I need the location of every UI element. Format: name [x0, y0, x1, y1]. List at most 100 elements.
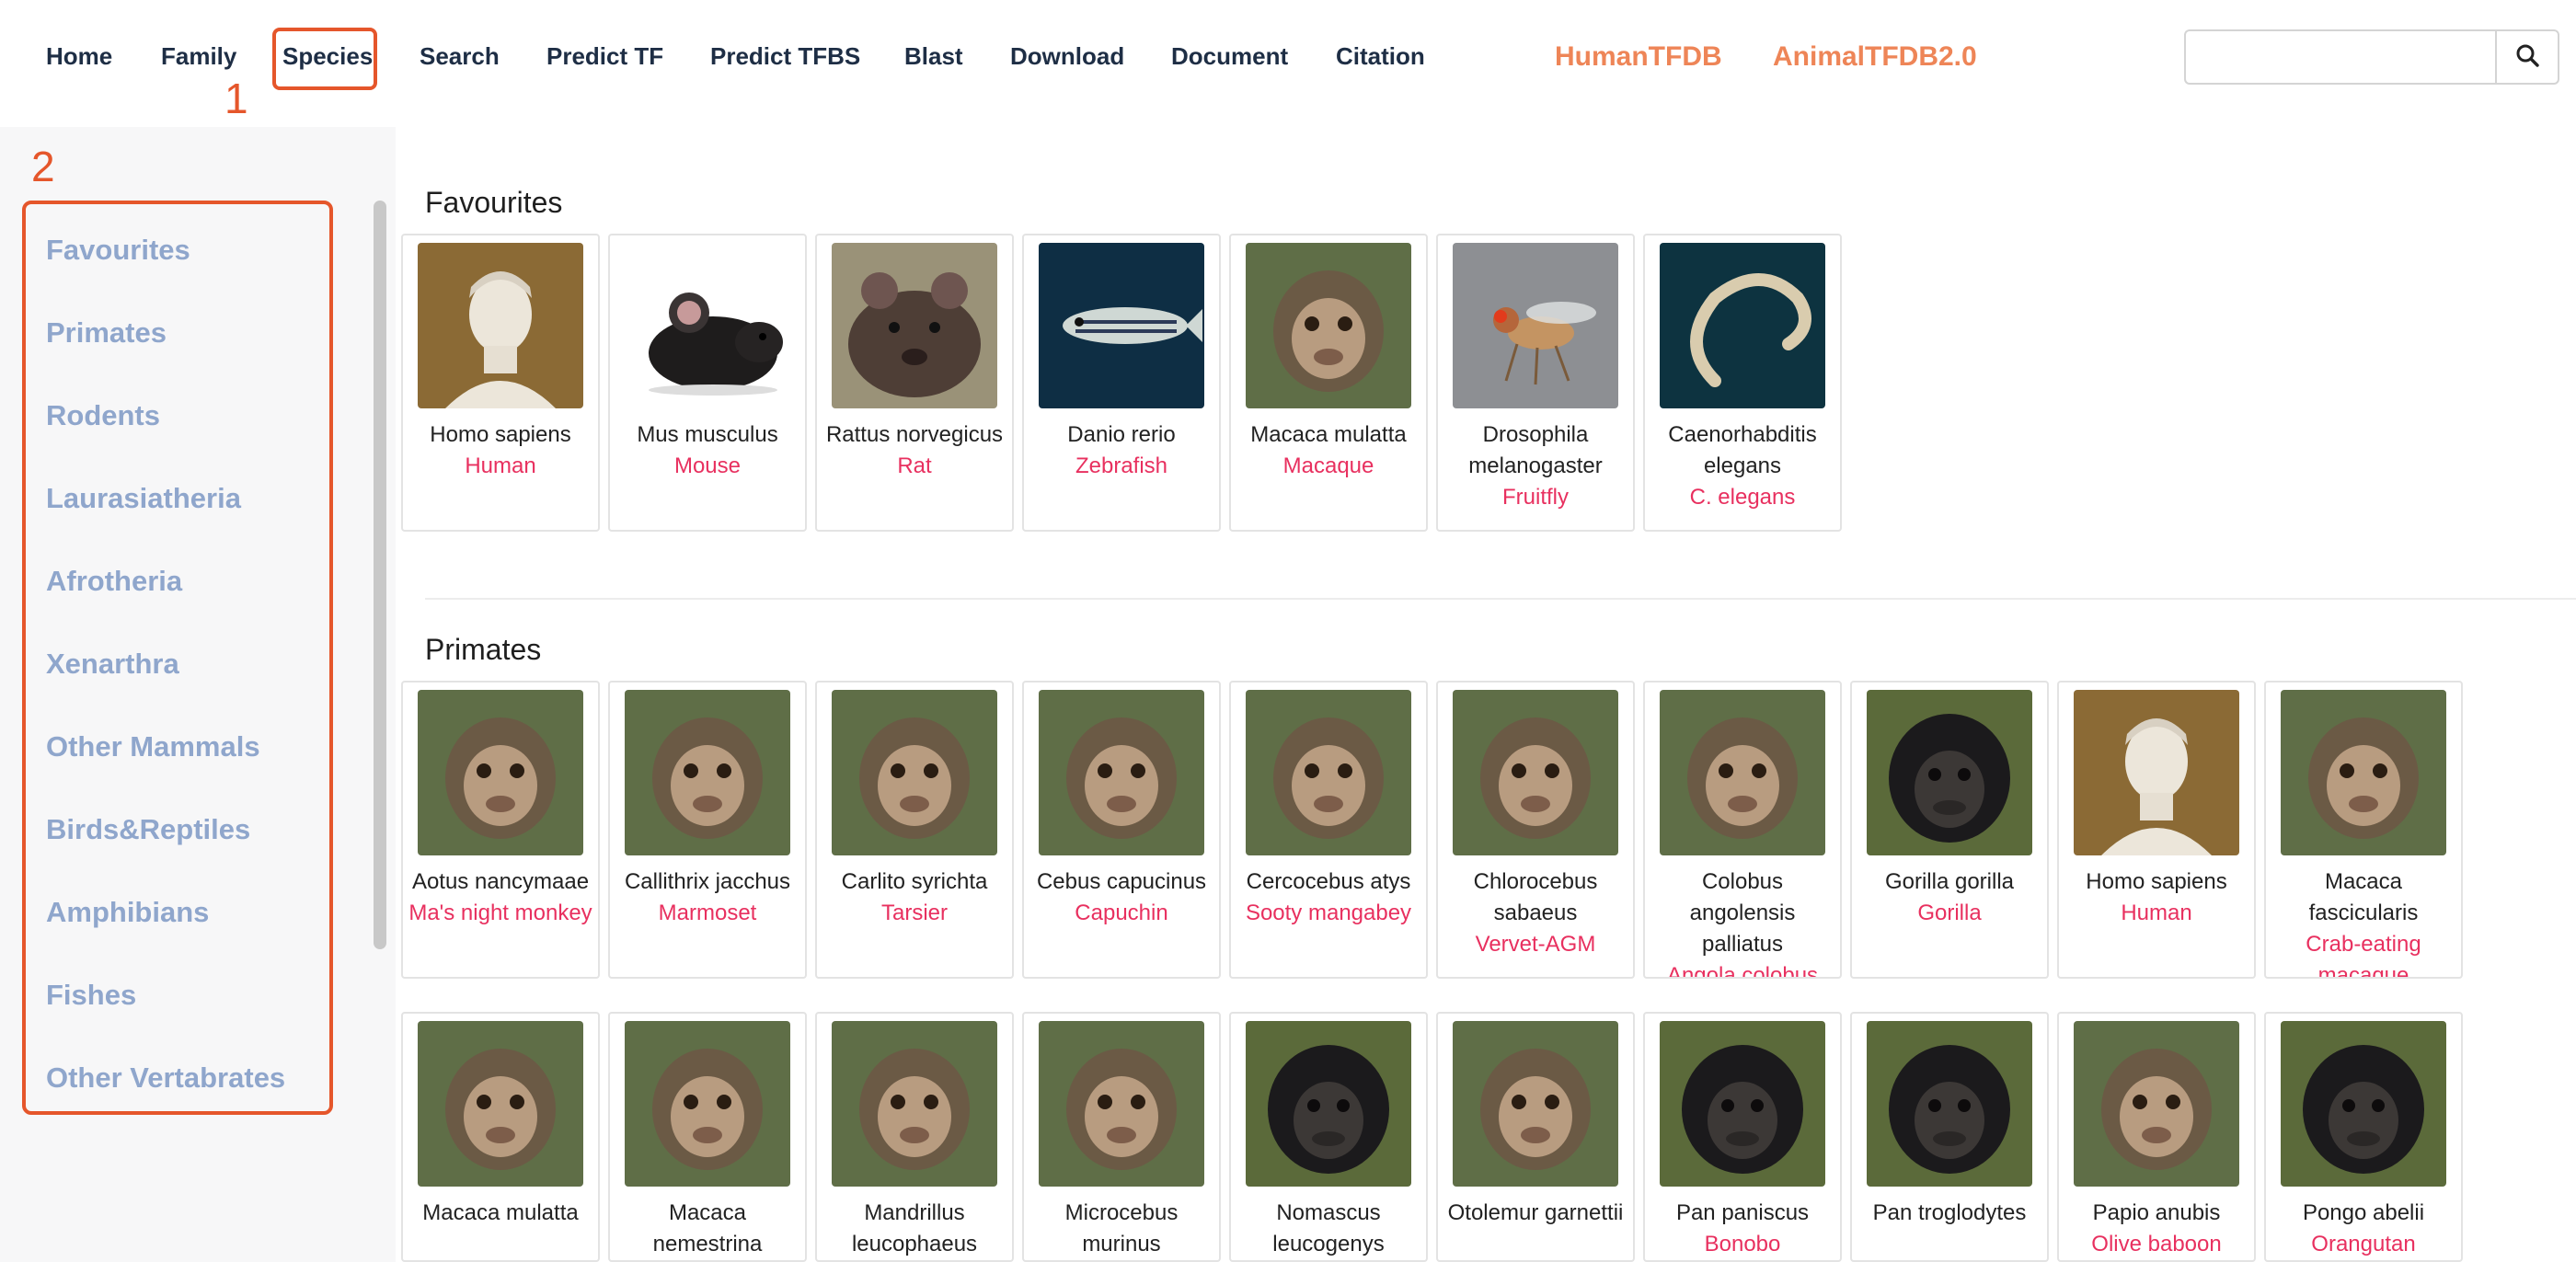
sidebar-item-birds-reptiles[interactable]: Birds&Reptiles — [46, 813, 250, 846]
nav-home[interactable]: Home — [46, 42, 112, 71]
species-card-primates-r2-8[interactable]: Pan troglodytes — [1850, 1012, 2049, 1262]
species-scientific-name: Microcebus murinus — [1064, 1200, 1179, 1256]
sidebar-scrollbar[interactable] — [374, 201, 386, 949]
species-photo — [1660, 243, 1825, 408]
species-common-name[interactable]: Olive baboon — [2064, 1229, 2248, 1260]
species-card-primates-r1-5[interactable]: Cercocebus atys Sooty mangabey — [1229, 681, 1428, 979]
species-card-primates-r1-2[interactable]: Callithrix jacchus Marmoset — [608, 681, 807, 979]
sidebar-item-fishes[interactable]: Fishes — [46, 979, 136, 1012]
nav-predict-tfbs[interactable]: Predict TFBS — [710, 42, 860, 71]
sidebar-item-laurasiatheria[interactable]: Laurasiatheria — [46, 482, 241, 515]
species-card-primates-r2-4[interactable]: Microcebus murinus — [1022, 1012, 1221, 1262]
brand-animaltfdb[interactable]: AnimalTFDB2.0 — [1773, 41, 1977, 73]
search-button[interactable] — [2495, 29, 2559, 85]
species-common-name[interactable]: Zebrafish — [1029, 451, 1213, 482]
species-card-favourites-2[interactable]: Mus musculus Mouse — [608, 234, 807, 532]
species-card-primates-r1-8[interactable]: Gorilla gorilla Gorilla — [1850, 681, 2049, 979]
species-card-primates-r1-4[interactable]: Cebus capucinus Capuchin — [1022, 681, 1221, 979]
species-scientific-name: Chlorocebus sabaeus Vervet-AGM — [1443, 866, 1627, 960]
species-scientific-name: Caenorhabditis elegans C. elegans — [1650, 419, 1834, 513]
species-card-primates-r2-9[interactable]: Papio anubis Olive baboon — [2057, 1012, 2256, 1262]
species-common-name[interactable]: Rat — [822, 451, 1006, 482]
species-card-favourites-5[interactable]: Macaca mulatta Macaque — [1229, 234, 1428, 532]
species-photo — [1039, 690, 1204, 855]
nav-family[interactable]: Family — [161, 42, 236, 71]
species-common-name[interactable]: Sooty mangabey — [1236, 898, 1420, 929]
species-photo — [418, 243, 583, 408]
species-scientific-name: Callithrix jacchus Marmoset — [615, 866, 799, 929]
section-divider — [425, 598, 2576, 600]
sidebar-item-other-vertebrates[interactable]: Other Vertabrates — [46, 1061, 285, 1095]
sidebar-item-afrotheria[interactable]: Afrotheria — [46, 565, 182, 598]
species-common-name[interactable]: Ma's night monkey — [408, 898, 592, 929]
species-common-name[interactable]: Angola colobus — [1650, 960, 1834, 977]
species-card-primates-r1-9[interactable]: Homo sapiens Human — [2057, 681, 2256, 979]
species-scientific-name: Cebus capucinus Capuchin — [1029, 866, 1213, 929]
top-navigation: Home Family Species Search Predict TF Pr… — [0, 0, 2576, 127]
species-scientific-name: Carlito syrichta Tarsier — [822, 866, 1006, 929]
species-card-primates-r2-1[interactable]: Macaca mulatta — [401, 1012, 600, 1262]
species-common-name[interactable]: Orangutan — [2271, 1229, 2455, 1260]
species-card-primates-r1-7[interactable]: Colobus angolensis palliatus Angola colob… — [1643, 681, 1842, 979]
species-card-favourites-1[interactable]: Homo sapiens Human — [401, 234, 600, 532]
species-common-name[interactable]: Mouse — [615, 451, 799, 482]
species-common-name[interactable]: Crab-eating macaque — [2271, 929, 2455, 977]
species-scientific-name: Homo sapiens Human — [408, 419, 592, 482]
species-scientific-name: Otolemur garnettii — [1447, 1200, 1624, 1225]
species-card-favourites-7[interactable]: Caenorhabditis elegans C. elegans — [1643, 234, 1842, 532]
species-card-primates-r1-6[interactable]: Chlorocebus sabaeus Vervet-AGM — [1436, 681, 1635, 979]
species-photo — [418, 1021, 583, 1187]
species-photo — [625, 690, 790, 855]
nav-citation[interactable]: Citation — [1336, 42, 1425, 71]
annotation-number-1: 1 — [224, 75, 248, 122]
sidebar-item-xenarthra[interactable]: Xenarthra — [46, 648, 179, 681]
species-common-name[interactable]: Human — [408, 451, 592, 482]
species-card-favourites-3[interactable]: Rattus norvegicus Rat — [815, 234, 1014, 532]
species-photo — [832, 690, 997, 855]
species-scientific-name: Aotus nancymaae Ma's night monkey — [408, 866, 592, 929]
sidebar-item-favourites[interactable]: Favourites — [46, 234, 190, 267]
search-input[interactable] — [2184, 29, 2497, 85]
species-scientific-name: Mandrillus leucophaeus — [851, 1200, 978, 1256]
species-scientific-name: Macaca nemestrina — [652, 1200, 763, 1256]
species-common-name[interactable]: Capuchin — [1029, 898, 1213, 929]
nav-blast[interactable]: Blast — [904, 42, 963, 71]
species-card-favourites-6[interactable]: Drosophila melanogaster Fruitfly — [1436, 234, 1635, 532]
species-photo — [625, 243, 790, 408]
species-common-name[interactable]: Marmoset — [615, 898, 799, 929]
sidebar-item-rodents[interactable]: Rodents — [46, 399, 160, 432]
species-common-name[interactable]: Human — [2064, 898, 2248, 929]
species-common-name[interactable]: Macaque — [1236, 451, 1420, 482]
species-card-primates-r2-5[interactable]: Nomascus leucogenys — [1229, 1012, 1428, 1262]
species-card-primates-r2-6[interactable]: Otolemur garnettii — [1436, 1012, 1635, 1262]
species-common-name[interactable]: Gorilla — [1857, 898, 2041, 929]
species-card-primates-r2-2[interactable]: Macaca nemestrina — [608, 1012, 807, 1262]
species-common-name[interactable]: Vervet-AGM — [1443, 929, 1627, 960]
species-card-primates-r1-1[interactable]: Aotus nancymaae Ma's night monkey — [401, 681, 600, 979]
species-common-name[interactable]: C. elegans — [1650, 482, 1834, 513]
species-scientific-name: Cercocebus atys Sooty mangabey — [1236, 866, 1420, 929]
sidebar-item-primates[interactable]: Primates — [46, 316, 167, 350]
species-card-primates-r2-7[interactable]: Pan paniscus Bonobo — [1643, 1012, 1842, 1262]
nav-search[interactable]: Search — [420, 42, 500, 71]
species-card-primates-r1-10[interactable]: Macaca fascicularis Crab-eating macaque — [2264, 681, 2463, 979]
brand-humantfdb[interactable]: HumanTFDB — [1555, 41, 1722, 73]
species-scientific-name: Pan paniscus Bonobo — [1650, 1198, 1834, 1260]
species-scientific-name: Drosophila melanogaster Fruitfly — [1443, 419, 1627, 513]
nav-predict-tf[interactable]: Predict TF — [546, 42, 663, 71]
species-card-favourites-4[interactable]: Danio rerio Zebrafish — [1022, 234, 1221, 532]
search-icon — [2515, 43, 2539, 72]
nav-download[interactable]: Download — [1010, 42, 1124, 71]
species-common-name[interactable]: Bonobo — [1650, 1229, 1834, 1260]
species-common-name[interactable]: Fruitfly — [1443, 482, 1627, 513]
nav-document[interactable]: Document — [1171, 42, 1288, 71]
species-card-primates-r2-3[interactable]: Mandrillus leucophaeus — [815, 1012, 1014, 1262]
species-card-primates-r2-10[interactable]: Pongo abelii Orangutan — [2264, 1012, 2463, 1262]
section-title-primates: Primates — [425, 633, 542, 666]
sidebar-item-amphibians[interactable]: Amphibians — [46, 896, 209, 929]
species-common-name[interactable]: Tarsier — [822, 898, 1006, 929]
species-card-primates-r1-3[interactable]: Carlito syrichta Tarsier — [815, 681, 1014, 979]
sidebar-item-other-mammals[interactable]: Other Mammals — [46, 730, 260, 763]
species-scientific-name: Homo sapiens Human — [2064, 866, 2248, 929]
species-photo — [1453, 243, 1618, 408]
